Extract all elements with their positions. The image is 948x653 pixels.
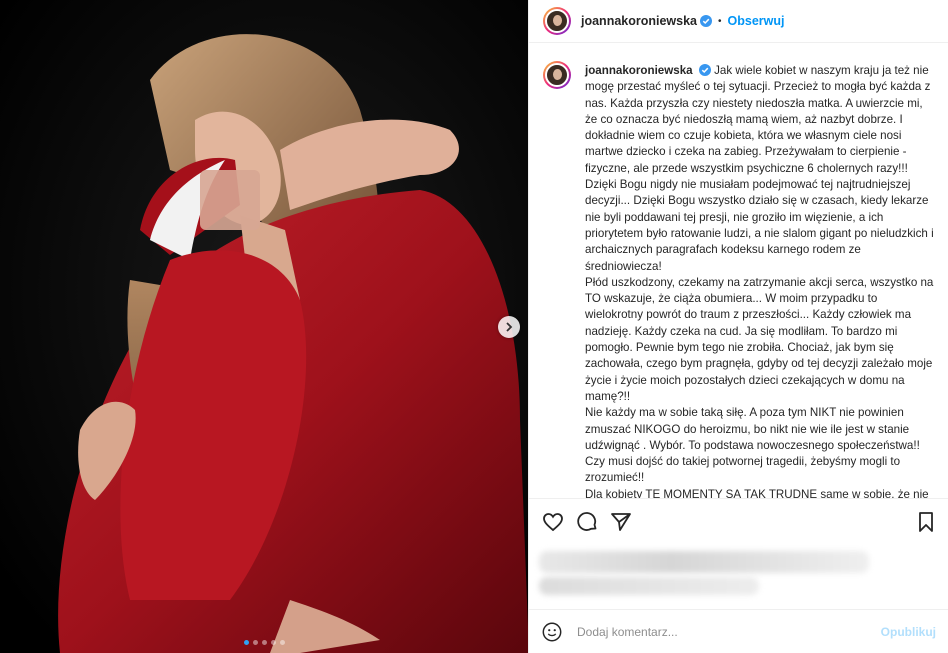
follow-button[interactable]: Obserwuj (728, 14, 785, 28)
caption-paragraph: Dla kobiety TE MOMENTY SĄ TAK TRUDNE sam… (585, 487, 929, 498)
add-comment-bar: Opublikuj (529, 609, 948, 653)
verified-badge-icon (700, 15, 713, 27)
photo-image (0, 0, 528, 653)
post-caption: joannakoroniewska Jak wiele kobiet w nas… (585, 63, 934, 498)
likes-section-blurred (529, 545, 948, 609)
carousel-next-button[interactable] (498, 316, 520, 338)
post-photo[interactable] (0, 0, 528, 653)
post-modal: joannakoroniewska • Obserwuj joannakoron… (0, 0, 948, 653)
comment-bubble-icon[interactable] (575, 510, 599, 534)
bookmark-icon[interactable] (914, 510, 938, 534)
caption-username[interactable]: joannakoroniewska (585, 64, 693, 77)
comments-area[interactable]: joannakoroniewska Jak wiele kobiet w nas… (529, 43, 948, 498)
publish-button[interactable]: Opublikuj (881, 625, 936, 639)
avatar[interactable] (543, 7, 571, 35)
chevron-right-icon (506, 322, 513, 332)
avatar[interactable] (543, 61, 571, 89)
post-header: joannakoroniewska • Obserwuj (529, 0, 948, 43)
heart-icon[interactable] (541, 510, 565, 534)
post-side-panel: joannakoroniewska • Obserwuj joannakoron… (528, 0, 948, 653)
carousel-dot (279, 640, 285, 645)
header-separator: • (718, 15, 722, 27)
paper-plane-icon[interactable] (609, 510, 633, 534)
carousel-indicator (0, 640, 528, 645)
username-link[interactable]: joannakoroniewska (581, 14, 697, 28)
carousel-dot (261, 640, 267, 645)
caption-paragraph: Nie każdy ma w sobie taką siłę. A poza t… (585, 406, 920, 485)
comment-input[interactable] (575, 623, 881, 640)
caption-paragraph: Płód uszkodzony, czekamy na zatrzymanie … (585, 275, 934, 403)
caption-paragraph: Jak wiele kobiet w naszym kraju ja też n… (585, 64, 934, 273)
verified-badge-icon (698, 64, 711, 76)
carousel-dot (252, 640, 258, 645)
smiley-icon[interactable] (541, 621, 563, 643)
action-bar (529, 498, 948, 545)
carousel-dot (243, 640, 249, 645)
carousel-dot (270, 640, 276, 645)
